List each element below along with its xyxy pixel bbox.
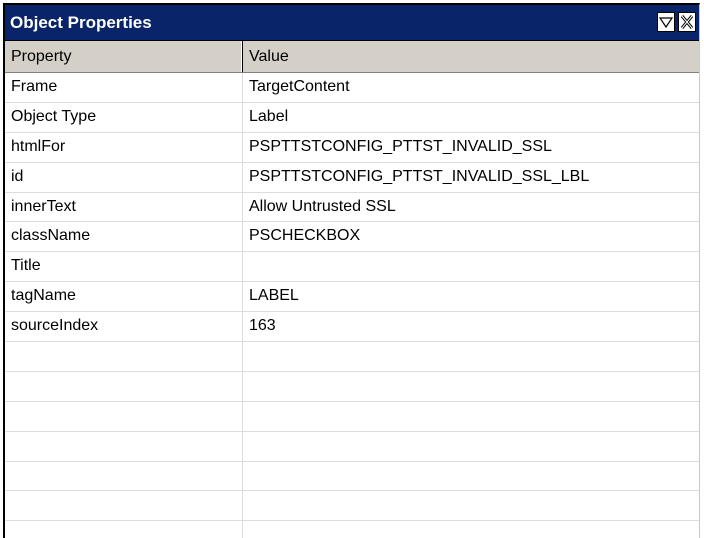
value-cell: [242, 461, 699, 491]
value-cell: PSPTTSTCONFIG_PTTST_INVALID_SSL_LBL: [242, 162, 699, 192]
table-row[interactable]: Title: [5, 252, 699, 283]
table-row[interactable]: [5, 521, 699, 538]
table-row[interactable]: id PSPTTSTCONFIG_PTTST_INVALID_SSL_LBL: [5, 162, 699, 193]
table-row[interactable]: className PSCHECKBOX: [5, 222, 699, 253]
value-cell: LABEL: [242, 282, 699, 312]
properties-grid: Property Value Frame TargetContent Object…: [5, 41, 699, 538]
table-row[interactable]: [5, 491, 699, 522]
property-cell: [5, 402, 242, 431]
table-row[interactable]: Object Type Label: [5, 102, 699, 133]
value-cell: [242, 431, 699, 461]
property-cell: tagName: [11, 287, 76, 305]
window-title: Object Properties: [10, 13, 152, 32]
table-row[interactable]: [5, 401, 699, 432]
grid-header: Property Value: [5, 41, 699, 73]
close-x-icon: [680, 15, 694, 29]
dropdown-button[interactable]: [657, 12, 675, 32]
triangle-down-icon: [658, 17, 674, 29]
value-cell: [242, 401, 699, 431]
value-cell: Label: [242, 102, 699, 132]
value-cell: [242, 521, 699, 538]
property-cell: [5, 491, 242, 520]
grid-rows: Frame TargetContent Object Type Label html…: [5, 73, 699, 538]
property-cell: Frame: [11, 78, 58, 95]
table-row[interactable]: [5, 461, 699, 492]
value-cell: [242, 371, 699, 401]
value-cell: TargetContent: [242, 73, 699, 102]
property-cell: className: [11, 227, 91, 245]
value-cell: 163: [242, 312, 699, 342]
value-column-header[interactable]: Value: [242, 41, 699, 72]
table-row[interactable]: [5, 342, 699, 372]
object-properties-window: Object Properties Property Value Frame Ta…: [3, 3, 700, 538]
title-bar[interactable]: Object Properties: [5, 5, 699, 41]
property-cell: id: [11, 167, 24, 185]
table-row[interactable]: Frame TargetContent: [5, 73, 699, 103]
table-row[interactable]: innerText Allow Untrusted SSL: [5, 192, 699, 223]
table-row[interactable]: [5, 371, 699, 402]
property-column-header[interactable]: Property: [5, 41, 242, 72]
value-cell: PSCHECKBOX: [242, 222, 699, 252]
value-cell: Allow Untrusted SSL: [242, 192, 699, 222]
property-cell: Title: [11, 257, 41, 275]
table-row[interactable]: [5, 431, 699, 462]
property-cell: [5, 462, 242, 491]
property-cell: htmlFor: [11, 137, 66, 155]
property-cell: sourceIndex: [11, 317, 99, 335]
property-cell: [5, 521, 242, 538]
property-cell: [5, 372, 242, 401]
property-cell: Object Type: [11, 107, 97, 125]
value-cell: [242, 342, 699, 371]
property-cell: [5, 432, 242, 461]
table-row[interactable]: tagName LABEL: [5, 282, 699, 313]
close-button[interactable]: [678, 12, 696, 32]
table-row[interactable]: sourceIndex 163: [5, 312, 699, 343]
table-row[interactable]: htmlFor PSPTTSTCONFIG_PTTST_INVALID_SSL: [5, 132, 699, 163]
value-cell: [242, 491, 699, 521]
value-cell: PSPTTSTCONFIG_PTTST_INVALID_SSL: [242, 132, 699, 162]
property-cell: innerText: [11, 197, 76, 215]
value-cell: [242, 252, 699, 282]
property-cell: [5, 342, 242, 371]
